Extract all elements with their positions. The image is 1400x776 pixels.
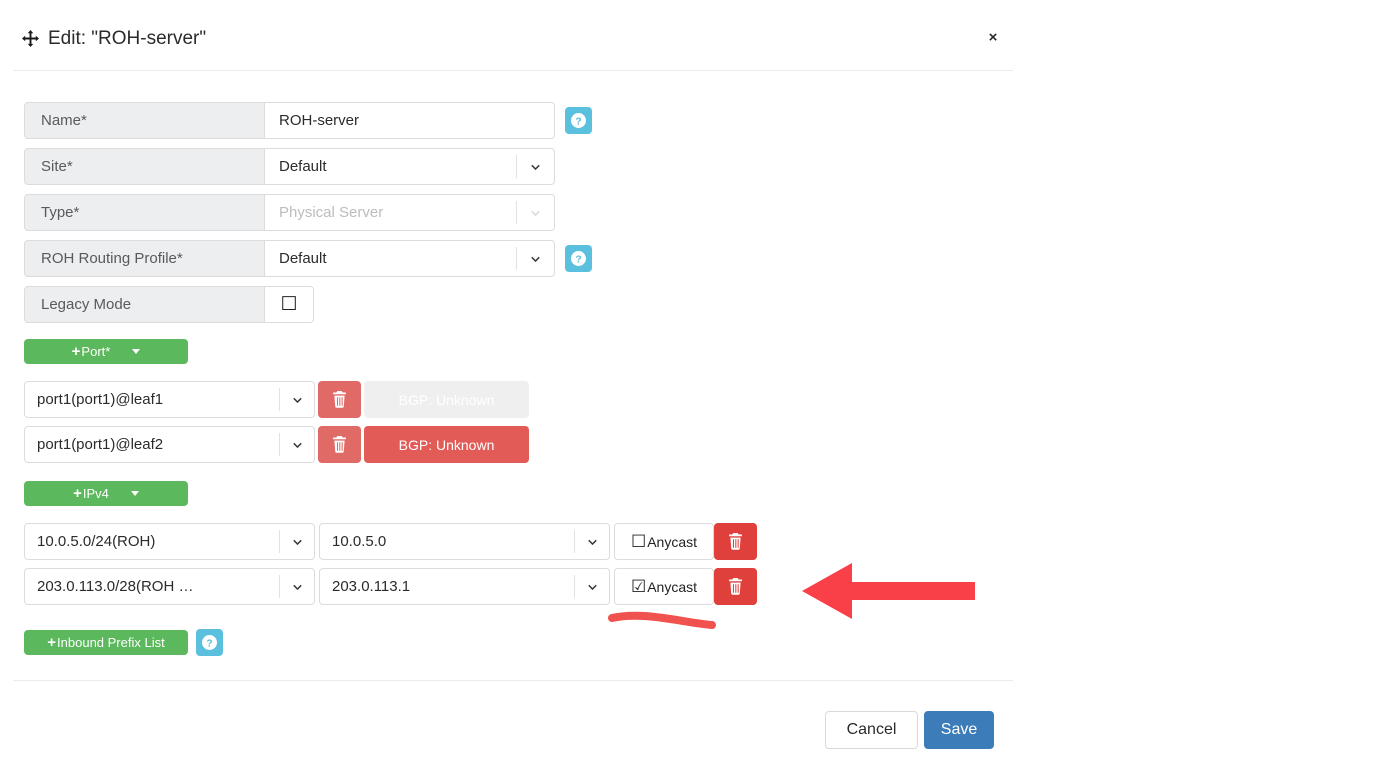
port-row: port1(port1)@leaf1 BGP: Unknown — [24, 381, 529, 418]
chevron-down-icon — [586, 535, 599, 548]
add-inbound-prefix-list-button[interactable]: + Inbound Prefix List — [24, 630, 188, 655]
annotation-arrow — [802, 563, 975, 619]
cancel-button[interactable]: Cancel — [825, 711, 918, 749]
ipv4-row: 203.0.113.0/28(ROH … 203.0.113.1 ☑ Anyca… — [24, 568, 757, 605]
footer-divider — [13, 680, 1013, 681]
type-select: Physical Server — [265, 194, 555, 231]
add-ipv4-button[interactable]: + IPv4 — [24, 481, 188, 506]
chevron-down-icon — [291, 438, 304, 451]
name-field[interactable]: ROH-server — [265, 102, 555, 139]
delete-ipv4-button[interactable] — [714, 568, 757, 605]
anycast-label: Anycast — [647, 578, 698, 595]
select-separator — [574, 575, 575, 598]
add-port-label: Port* — [81, 344, 111, 359]
select-separator — [516, 247, 517, 270]
form-row-type: Type* Physical Server — [24, 194, 555, 231]
header-divider — [13, 70, 1013, 71]
ipv4-address-value: 10.0.5.0 — [332, 533, 387, 550]
chevron-down-icon — [291, 580, 304, 593]
site-select-value: Default — [279, 158, 327, 175]
chevron-down-icon — [529, 206, 542, 219]
add-ipv4-label: IPv4 — [82, 486, 109, 501]
anycast-label: Anycast — [647, 533, 698, 550]
chevron-down-icon — [586, 580, 599, 593]
port-select[interactable]: port1(port1)@leaf1 — [24, 381, 315, 418]
save-button[interactable]: Save — [924, 711, 994, 749]
field-label-roh-routing-profile: ROH Routing Profile* — [24, 240, 265, 277]
delete-port-button[interactable] — [318, 381, 361, 418]
select-separator — [279, 575, 280, 598]
port-row: port1(port1)@leaf2 BGP: Unknown — [24, 426, 529, 463]
close-icon[interactable]: × — [985, 30, 1001, 46]
roh-routing-profile-select[interactable]: Default — [265, 240, 555, 277]
anycast-checkbox[interactable]: ☐ Anycast — [614, 523, 714, 560]
help-icon-inbound-prefix-list[interactable]: ? — [196, 629, 223, 656]
page-title: Edit: "ROH-server" — [48, 28, 207, 49]
select-separator — [279, 388, 280, 411]
form-row-name: Name* ROH-server — [24, 102, 555, 139]
ipv4-prefix-select[interactable]: 10.0.5.0/24(ROH) — [24, 523, 315, 560]
edit-roh-server-modal: Edit: "ROH-server" × Name* ROH-server ? … — [0, 0, 1013, 776]
help-icon-name[interactable]: ? — [565, 107, 592, 134]
select-separator — [279, 530, 280, 553]
delete-ipv4-button[interactable] — [714, 523, 757, 560]
ipv4-address-select[interactable]: 203.0.113.1 — [319, 568, 610, 605]
legacy-mode-checkbox[interactable]: ☐ — [265, 286, 314, 323]
chevron-down-icon — [130, 491, 139, 496]
port-select[interactable]: port1(port1)@leaf2 — [24, 426, 315, 463]
select-separator — [279, 433, 280, 456]
field-label-site: Site* — [24, 148, 265, 185]
form-row-roh-routing-profile: ROH Routing Profile* Default — [24, 240, 555, 277]
plus-icon: + — [73, 485, 82, 502]
anycast-checkbox[interactable]: ☑ Anycast — [614, 568, 714, 605]
chevron-down-icon — [291, 393, 304, 406]
plus-icon: + — [47, 634, 57, 651]
svg-text:?: ? — [575, 254, 581, 265]
ipv4-prefix-select[interactable]: 203.0.113.0/28(ROH … — [24, 568, 315, 605]
svg-text:?: ? — [575, 116, 581, 127]
bgp-status-badge[interactable]: BGP: Unknown — [364, 426, 529, 463]
chevron-down-icon — [529, 160, 542, 173]
checkbox-checked-icon: ☑ — [630, 577, 647, 596]
select-separator — [574, 530, 575, 553]
ipv4-prefix-value: 10.0.5.0/24(ROH) — [37, 533, 156, 550]
chevron-down-icon — [529, 252, 542, 265]
select-separator — [516, 155, 517, 178]
chevron-down-icon — [291, 535, 304, 548]
plus-icon: + — [71, 343, 81, 360]
chevron-down-icon — [132, 349, 141, 354]
form-row-site: Site* Default — [24, 148, 555, 185]
field-label-legacy-mode: Legacy Mode — [24, 286, 265, 323]
checkbox-unchecked-icon: ☐ — [630, 532, 647, 551]
ipv4-prefix-value: 203.0.113.0/28(ROH … — [37, 578, 194, 595]
select-separator — [516, 201, 517, 224]
help-icon-roh-routing-profile[interactable]: ? — [565, 245, 592, 272]
annotation-underline — [608, 611, 716, 629]
type-select-value: Physical Server — [279, 204, 384, 221]
add-port-button[interactable]: + Port* — [24, 339, 188, 364]
form-row-legacy-mode: Legacy Mode ☐ — [24, 286, 314, 323]
port-select-value: port1(port1)@leaf1 — [37, 391, 164, 408]
ipv4-address-select[interactable]: 10.0.5.0 — [319, 523, 610, 560]
ipv4-row: 10.0.5.0/24(ROH) 10.0.5.0 ☐ Anycast — [24, 523, 757, 560]
field-label-name: Name* — [24, 102, 265, 139]
roh-routing-profile-value: Default — [279, 250, 327, 267]
delete-port-button[interactable] — [318, 426, 361, 463]
svg-text:?: ? — [206, 638, 212, 649]
site-select[interactable]: Default — [265, 148, 555, 185]
field-label-type: Type* — [24, 194, 265, 231]
add-inbound-prefix-list-label: Inbound Prefix List — [57, 635, 165, 650]
modal-header: Edit: "ROH-server" × — [0, 0, 1013, 70]
move-arrows-icon[interactable] — [22, 30, 39, 47]
port-select-value: port1(port1)@leaf2 — [37, 436, 164, 453]
ipv4-address-value: 203.0.113.1 — [332, 578, 411, 595]
bgp-status-badge[interactable]: BGP: Unknown — [364, 381, 529, 418]
